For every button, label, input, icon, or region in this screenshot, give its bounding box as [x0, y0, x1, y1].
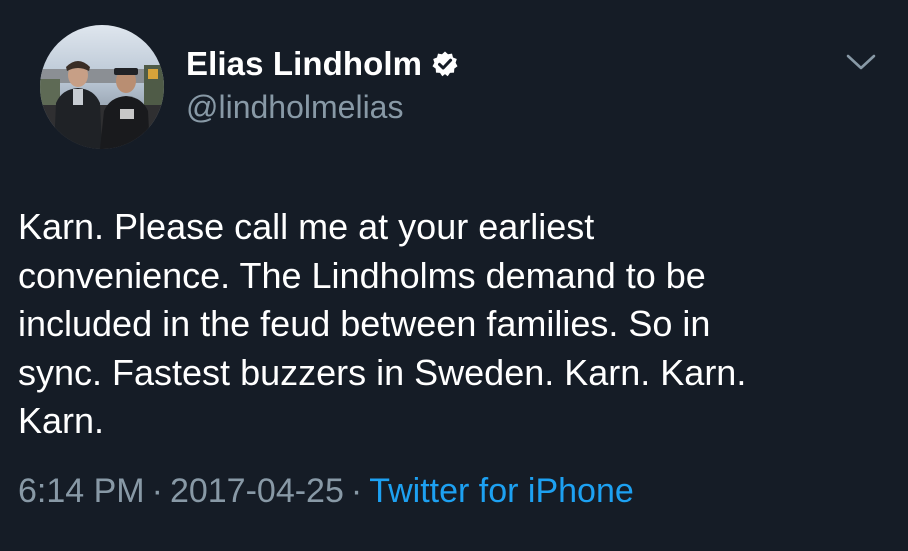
tweet-card: Elias Lindholm @lindholmelias Karn. Plea…	[0, 0, 908, 551]
author-handle[interactable]: @lindholmelias	[186, 89, 459, 126]
author-block[interactable]: Elias Lindholm @lindholmelias	[186, 42, 459, 126]
author-display-name[interactable]: Elias Lindholm	[186, 45, 422, 83]
tweet-meta: 6:14 PM · 2017-04-25 · Twitter for iPhone	[18, 472, 634, 511]
tweet-source-link[interactable]: Twitter for iPhone	[369, 472, 634, 510]
avatar-photo	[40, 25, 164, 149]
tweet-date: 2017-04-25	[169, 472, 344, 510]
chevron-down-icon[interactable]	[844, 50, 878, 74]
avatar[interactable]	[40, 25, 164, 149]
separator-dot: ·	[350, 472, 363, 510]
separator-dot: ·	[151, 472, 163, 510]
verified-badge-icon	[431, 50, 459, 78]
author-name-row: Elias Lindholm	[186, 42, 459, 86]
tweet-text: Karn. Please call me at your earliest co…	[18, 206, 747, 441]
tweet-time: 6:14 PM	[18, 472, 145, 510]
